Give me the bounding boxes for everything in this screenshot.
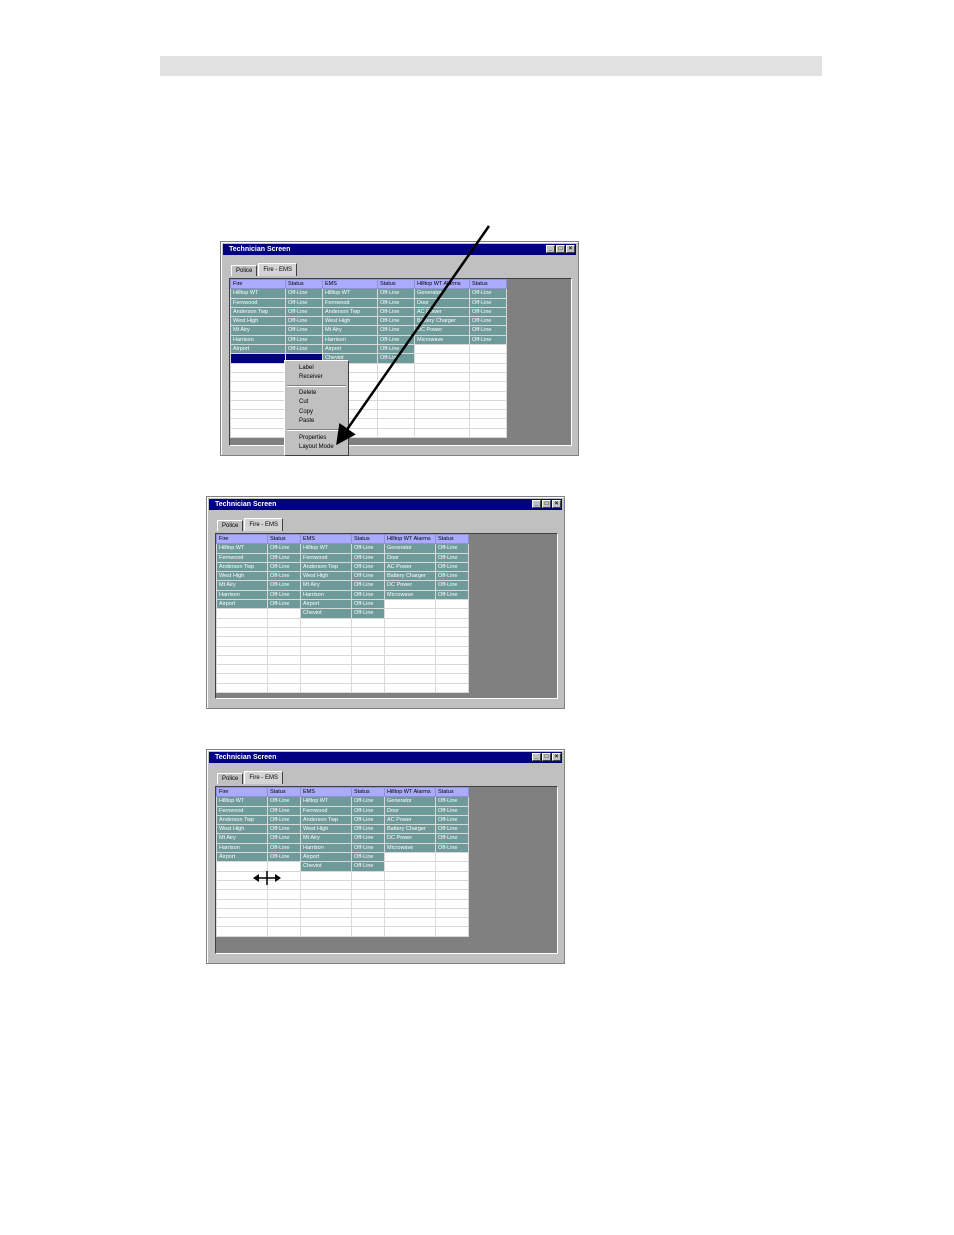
- callout-arrow: [336, 225, 491, 446]
- column-resize-cursor-icon: [253, 871, 281, 885]
